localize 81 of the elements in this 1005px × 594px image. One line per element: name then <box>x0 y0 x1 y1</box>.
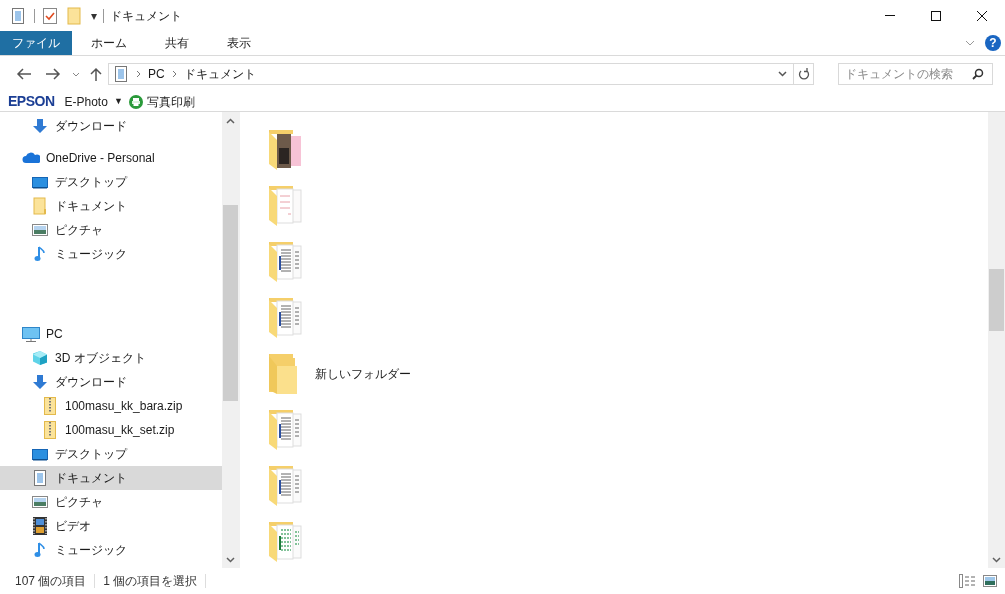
nav-item[interactable]: PC <box>0 322 222 346</box>
checklist-icon[interactable] <box>43 7 57 24</box>
document-icon <box>32 470 48 486</box>
address-field[interactable]: PC ドキュメント <box>108 63 814 85</box>
ribbon-tab[interactable]: ファイル <box>0 31 72 55</box>
folder-thumbnail-icon[interactable] <box>269 522 303 562</box>
printer-icon <box>128 94 143 109</box>
large-icons-view-icon[interactable] <box>983 575 997 587</box>
folder-name[interactable]: 新しいフォルダー <box>315 365 411 383</box>
forward-arrow-icon[interactable] <box>45 68 61 80</box>
monitor-icon <box>32 447 48 461</box>
nav-item[interactable]: ダウンロード <box>0 370 222 394</box>
back-arrow-icon[interactable] <box>16 68 32 80</box>
caret-icon: ▼ <box>113 94 123 109</box>
scroll-down-icon[interactable] <box>226 556 235 563</box>
item-count: 107 個の項目 <box>15 573 87 590</box>
folder-thumbnail-icon[interactable] <box>269 186 303 226</box>
nav-item[interactable]: ミュージック <box>0 242 222 266</box>
chevron-right-icon <box>136 70 141 78</box>
scrollbar[interactable] <box>988 112 1005 568</box>
photo-print-button[interactable]: 写真印刷 <box>128 92 195 111</box>
zip-folder-icon <box>44 397 56 415</box>
chevron-right-icon <box>171 70 177 78</box>
folder-thumbnail-icon[interactable] <box>269 242 303 282</box>
nav-item[interactable]: ドキュメント <box>0 194 222 218</box>
nav-item[interactable]: OneDrive - Personal <box>0 146 222 170</box>
picture-icon <box>32 496 48 508</box>
scrollbar-thumb[interactable] <box>223 205 238 401</box>
nav-item[interactable]: ピクチャ <box>0 490 222 514</box>
details-view-icon[interactable] <box>959 574 975 588</box>
nav-item[interactable]: ピクチャ <box>0 218 222 242</box>
document-icon[interactable] <box>10 7 26 24</box>
nav-item[interactable]: デスクトップ <box>0 442 222 466</box>
nav-item[interactable]: ドキュメント <box>0 466 222 490</box>
breadcrumb-item[interactable]: ドキュメント <box>183 65 256 83</box>
folder-icon <box>33 197 47 215</box>
folder-thumbnail-icon[interactable] <box>269 410 303 450</box>
help-button[interactable]: ? <box>985 35 1001 51</box>
breadcrumb-item[interactable]: PC <box>148 65 165 83</box>
download-arrow-icon <box>32 118 48 134</box>
scroll-up-icon[interactable] <box>226 117 235 124</box>
zip-folder-icon <box>44 421 56 439</box>
window-title: ドキュメント <box>110 7 182 25</box>
document-icon <box>113 66 129 82</box>
ribbon-tab[interactable]: ホーム <box>72 31 146 55</box>
nav-item[interactable]: 3D オブジェクト <box>0 346 222 370</box>
music-note-icon <box>34 246 46 262</box>
nav-item[interactable]: 100masu_kk_set.zip <box>0 418 222 442</box>
epson-logo: EPSON <box>8 92 55 111</box>
folder-thumbnail-icon[interactable] <box>269 130 303 170</box>
nav-item[interactable]: ダウンロード <box>0 114 222 138</box>
nav-item[interactable]: ミュージック <box>0 538 222 562</box>
selection-count: 1 個の項目を選択 <box>103 573 198 590</box>
up-arrow-icon[interactable] <box>90 67 102 81</box>
chevron-down-icon[interactable] <box>72 71 80 77</box>
nav-item[interactable]: 100masu_kk_bara.zip <box>0 394 222 418</box>
search-icon[interactable] <box>972 68 984 80</box>
film-strip-icon <box>33 517 47 535</box>
scroll-down-icon[interactable] <box>992 556 1001 563</box>
picture-icon <box>32 224 48 236</box>
download-arrow-icon <box>32 374 48 390</box>
scrollbar-thumb[interactable] <box>989 269 1004 331</box>
folder-thumbnail-icon[interactable] <box>269 466 303 506</box>
computer-icon <box>22 326 40 342</box>
ribbon-tab[interactable]: 共有 <box>146 31 208 55</box>
app-dropdown[interactable]: E-Photo ▼ <box>64 92 123 111</box>
monitor-icon <box>32 175 48 189</box>
search-field[interactable]: ドキュメントの検索 <box>838 63 993 85</box>
nav-item[interactable]: デスクトップ <box>0 170 222 194</box>
folder-thumbnail-icon[interactable] <box>269 298 303 338</box>
close-icon <box>976 9 988 22</box>
refresh-icon <box>797 68 810 80</box>
music-note-icon <box>34 542 46 558</box>
chevron-down-icon[interactable] <box>778 71 787 77</box>
quick-access-dropdown[interactable]: ▾ <box>91 6 97 25</box>
cube-icon <box>32 350 48 366</box>
ribbon-tab[interactable]: 表示 <box>208 31 270 55</box>
scrollbar[interactable] <box>222 112 239 568</box>
nav-item[interactable]: ビデオ <box>0 514 222 538</box>
cloud-icon <box>22 152 40 164</box>
maximize-icon <box>930 9 942 22</box>
